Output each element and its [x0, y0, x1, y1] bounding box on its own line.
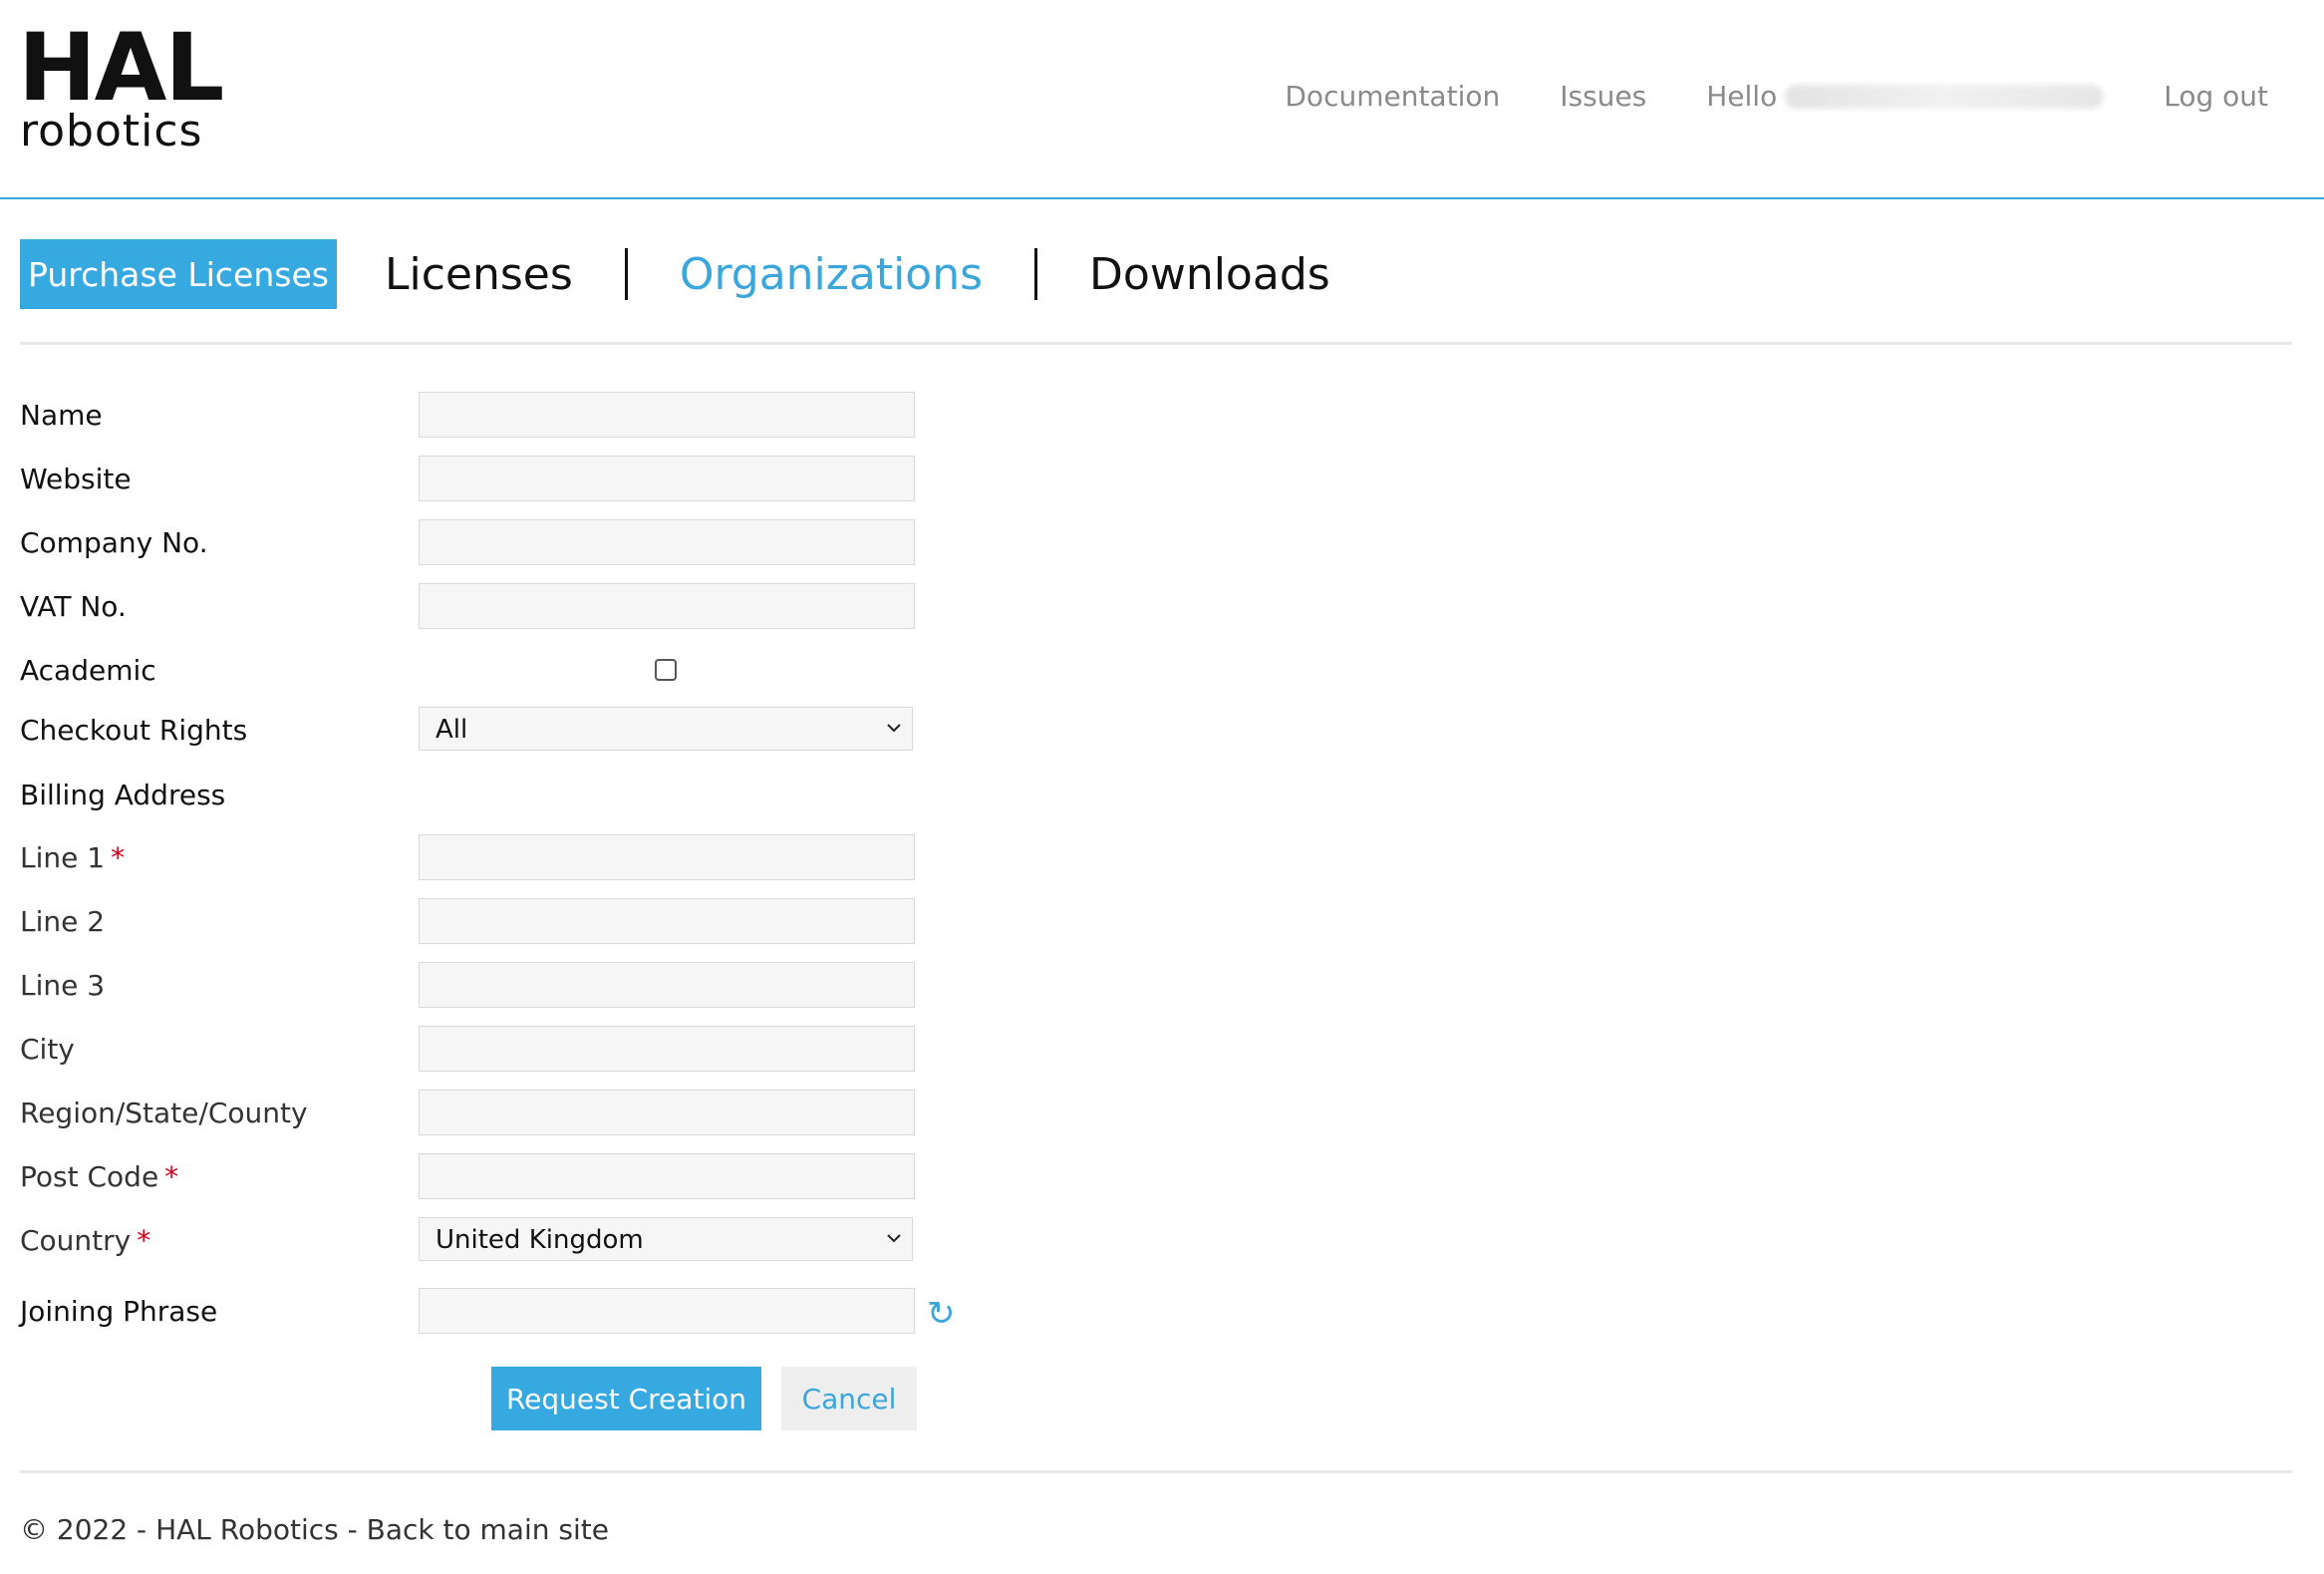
country-label: Country *	[20, 1217, 150, 1265]
tab-downloads[interactable]: Downloads	[1089, 249, 1330, 300]
city-row: City	[20, 1026, 997, 1074]
logo-text-robotics: robotics	[20, 106, 203, 157]
logout-link[interactable]: Log out	[2164, 80, 2268, 113]
bottom-divider	[20, 1470, 2292, 1473]
vat-no-input[interactable]	[419, 583, 915, 629]
country-select[interactable]: United Kingdom	[419, 1217, 913, 1261]
tab-separator	[1034, 248, 1038, 300]
line1-row: Line 1 *	[20, 834, 997, 882]
footer-text[interactable]: © 2022 - HAL Robotics - Back to main sit…	[20, 1513, 609, 1546]
hal-robotics-logo[interactable]: HAL robotics	[18, 22, 224, 157]
top-nav: Documentation Issues Hello Log out	[1225, 80, 2268, 113]
post-code-label: Post Code *	[20, 1153, 178, 1201]
line3-row: Line 3	[20, 962, 997, 1010]
vat-no-label: VAT No.	[20, 590, 127, 623]
academic-row: Academic	[20, 647, 997, 695]
chevron-down-icon	[887, 724, 901, 733]
request-creation-button[interactable]: Request Creation	[491, 1367, 761, 1430]
section-tabs: Purchase Licenses Licenses Organizations…	[20, 239, 1330, 309]
tab-separator	[624, 248, 628, 300]
line1-input[interactable]	[419, 834, 915, 880]
line3-label: Line 3	[20, 969, 106, 1002]
joining-phrase-label: Joining Phrase	[20, 1295, 218, 1328]
required-marker: *	[164, 1160, 179, 1193]
post-code-text: Post Code	[20, 1160, 159, 1193]
tab-licenses[interactable]: Licenses	[385, 249, 573, 300]
region-row: Region/State/County	[20, 1090, 997, 1137]
top-divider	[20, 342, 2292, 345]
website-label: Website	[20, 463, 132, 495]
line2-row: Line 2	[20, 898, 997, 946]
academic-checkbox[interactable]	[655, 659, 677, 681]
name-label: Name	[20, 399, 103, 432]
line1-label: Line 1 *	[20, 834, 125, 882]
line3-input[interactable]	[419, 962, 915, 1008]
issues-link[interactable]: Issues	[1560, 80, 1646, 113]
vat-no-row: VAT No.	[20, 583, 997, 631]
billing-address-heading: Billing Address	[20, 779, 226, 811]
company-no-input[interactable]	[419, 519, 915, 565]
country-text: Country	[20, 1224, 132, 1257]
checkout-rights-row: Checkout Rights All	[20, 707, 997, 755]
academic-label: Academic	[20, 654, 156, 687]
line2-label: Line 2	[20, 905, 106, 938]
tab-organizations[interactable]: Organizations	[680, 249, 983, 300]
post-code-input[interactable]	[419, 1153, 915, 1199]
cancel-button[interactable]: Cancel	[781, 1367, 917, 1430]
line1-text: Line 1	[20, 841, 106, 874]
user-greeting: Hello	[1706, 80, 2105, 113]
name-input[interactable]	[419, 392, 915, 438]
hello-label: Hello	[1706, 80, 1778, 113]
joining-phrase-input[interactable]	[419, 1288, 915, 1334]
checkout-rights-label: Checkout Rights	[20, 714, 248, 747]
region-input[interactable]	[419, 1090, 915, 1135]
chevron-down-icon	[887, 1234, 901, 1243]
joining-phrase-row: Joining Phrase ↻	[20, 1288, 997, 1336]
country-row: Country * United Kingdom	[20, 1217, 997, 1265]
refresh-icon[interactable]: ↻	[927, 1294, 956, 1334]
post-code-row: Post Code *	[20, 1153, 997, 1201]
site-header: HAL robotics Documentation Issues Hello …	[0, 0, 2324, 199]
website-row: Website	[20, 456, 997, 503]
company-no-label: Company No.	[20, 526, 208, 559]
company-no-row: Company No.	[20, 519, 997, 567]
billing-address-row: Billing Address	[20, 772, 997, 819]
city-input[interactable]	[419, 1026, 915, 1072]
logo-text-hal: HAL	[18, 14, 224, 123]
name-row: Name	[20, 392, 997, 440]
required-marker: *	[111, 841, 126, 874]
region-label: Region/State/County	[20, 1097, 308, 1129]
documentation-link[interactable]: Documentation	[1285, 80, 1500, 113]
purchase-licenses-button[interactable]: Purchase Licenses	[20, 239, 337, 309]
city-label: City	[20, 1033, 75, 1066]
checkout-rights-value: All	[436, 715, 468, 745]
line2-input[interactable]	[419, 898, 915, 944]
checkout-rights-select[interactable]: All	[419, 707, 913, 751]
country-value: United Kingdom	[436, 1225, 644, 1255]
required-marker: *	[137, 1224, 151, 1257]
form-actions: Request Creation Cancel	[491, 1367, 917, 1430]
redacted-email	[1785, 84, 2105, 109]
website-input[interactable]	[419, 456, 915, 501]
